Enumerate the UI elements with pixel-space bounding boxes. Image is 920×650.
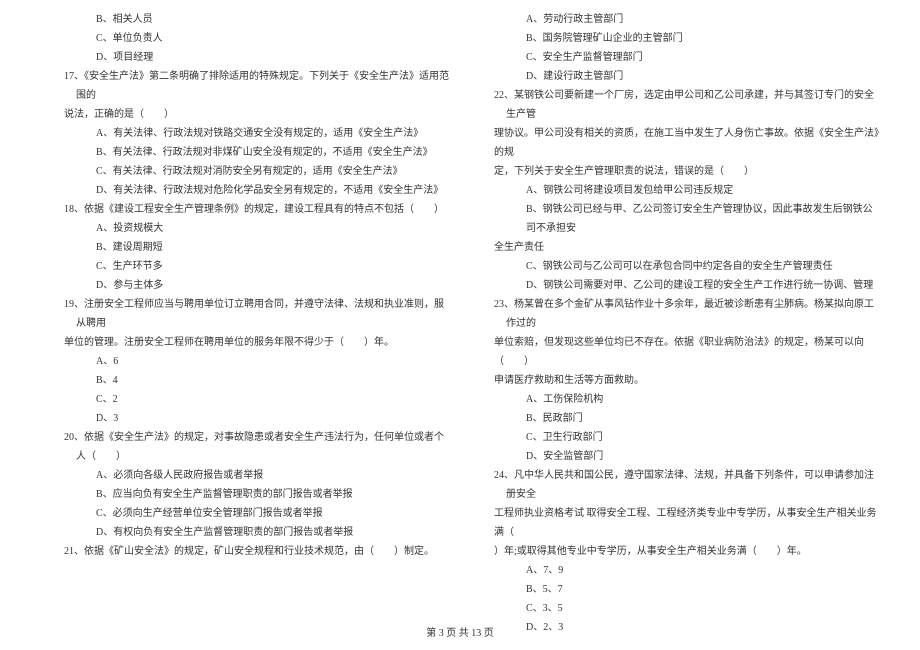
q22-stem: 22、某钢铁公司要新建一个厂房，选定由甲公司和乙公司承建，并与其签订专门的安全生… <box>470 86 880 124</box>
q24-stem-cont1: 工程师执业资格考试 取得安全工程、工程经济类专业中专学历，从事安全生产相关业务满… <box>470 504 880 542</box>
q18-option-a: A、投资规模大 <box>40 219 450 238</box>
q17-option-d: D、有关法律、行政法规对危险化学品安全另有规定的，不适用《安全生产法》 <box>40 181 450 200</box>
q23-stem-cont1: 单位索赔，但发现这些单位均已不存在。依据《职业病防治法》的规定，杨某可以向（ ） <box>470 333 880 371</box>
q22-option-b-cont: 全生产责任 <box>470 238 880 257</box>
q23-option-b: B、民政部门 <box>470 409 880 428</box>
q17-option-c: C、有关法律、行政法规对消防安全另有规定的，适用《安全生产法》 <box>40 162 450 181</box>
q22-stem-cont2: 定，下列关于安全生产管理职责的说法，错误的是（ ） <box>470 162 880 181</box>
q24-stem-cont2: ）年;或取得其他专业中专学历，从事安全生产相关业务满（ ）年。 <box>470 542 880 561</box>
q22-option-d: D、钢铁公司需要对甲、乙公司的建设工程的安全生产工作进行统一协调、管理 <box>470 276 880 295</box>
q23-option-c: C、卫生行政部门 <box>470 428 880 447</box>
q17-stem-cont: 说法，正确的是（ ） <box>40 105 450 124</box>
q18-option-d: D、参与主体多 <box>40 276 450 295</box>
q22-option-b: B、钢铁公司已经与甲、乙公司签订安全生产管理协议，因此事故发生后钢铁公司不承担安 <box>470 200 880 238</box>
q21-option-d: D、建设行政主管部门 <box>470 67 880 86</box>
q22-option-c: C、钢铁公司与乙公司可以在承包合同中约定各自的安全生产管理责任 <box>470 257 880 276</box>
q20-option-a: A、必须向各级人民政府报告或者举报 <box>40 466 450 485</box>
q23-option-d: D、安全监管部门 <box>470 447 880 466</box>
q16-option-d: D、项目经理 <box>40 48 450 67</box>
exam-page: B、相关人员 C、单位负责人 D、项目经理 17、《安全生产法》第二条明确了排除… <box>0 0 920 620</box>
q17-option-b: B、有关法律、行政法规对非煤矿山安全没有规定的，不适用《安全生产法》 <box>40 143 450 162</box>
q20-option-c: C、必须向生产经营单位安全管理部门报告或者举报 <box>40 504 450 523</box>
q22-option-a: A、钢铁公司将建设项目发包给甲公司违反规定 <box>470 181 880 200</box>
q18-option-c: C、生产环节多 <box>40 257 450 276</box>
q21-stem: 21、依据《矿山安全法》的规定，矿山安全规程和行业技术规范，由（ ）制定。 <box>40 542 450 561</box>
right-column: A、劳动行政主管部门 B、国务院管理矿山企业的主管部门 C、安全生产监督管理部门… <box>460 10 890 620</box>
q19-option-c: C、2 <box>40 390 450 409</box>
q19-option-a: A、6 <box>40 352 450 371</box>
q24-option-d: D、2、3 <box>470 618 880 637</box>
q19-option-b: B、4 <box>40 371 450 390</box>
q20-stem: 20、依据《安全生产法》的规定，对事故隐患或者安全生产违法行为，任何单位或者个人… <box>40 428 450 466</box>
q18-option-b: B、建设周期短 <box>40 238 450 257</box>
q22-stem-cont1: 理协议。甲公司没有相关的资质，在施工当中发生了人身伤亡事故。依据《安全生产法》的… <box>470 124 880 162</box>
q23-stem: 23、杨某曾在多个金矿从事风钻作业十多余年，最近被诊断患有尘肺病。杨某拟向原工作… <box>470 295 880 333</box>
q23-option-a: A、工伤保险机构 <box>470 390 880 409</box>
q20-option-d: D、有权向负有安全生产监督管理职责的部门报告或者举报 <box>40 523 450 542</box>
q24-option-c: C、3、5 <box>470 599 880 618</box>
q21-option-c: C、安全生产监督管理部门 <box>470 48 880 67</box>
q21-option-a: A、劳动行政主管部门 <box>470 10 880 29</box>
q19-option-d: D、3 <box>40 409 450 428</box>
q16-option-b: B、相关人员 <box>40 10 450 29</box>
q24-stem: 24、凡中华人民共和国公民，遵守国家法律、法规，并具备下列条件，可以申请参加注册… <box>470 466 880 504</box>
q23-stem-cont2: 申请医疗救助和生活等方面救助。 <box>470 371 880 390</box>
left-column: B、相关人员 C、单位负责人 D、项目经理 17、《安全生产法》第二条明确了排除… <box>30 10 460 620</box>
q21-option-b: B、国务院管理矿山企业的主管部门 <box>470 29 880 48</box>
q19-stem: 19、注册安全工程师应当与聘用单位订立聘用合同，并遵守法律、法规和执业准则，服从… <box>40 295 450 333</box>
q20-option-b: B、应当向负有安全生产监督管理职责的部门报告或者举报 <box>40 485 450 504</box>
q24-option-b: B、5、7 <box>470 580 880 599</box>
q18-stem: 18、依据《建设工程安全生产管理条例》的规定，建设工程具有的特点不包括（ ） <box>40 200 450 219</box>
q17-option-a: A、有关法律、行政法规对铁路交通安全没有规定的，适用《安全生产法》 <box>40 124 450 143</box>
q16-option-c: C、单位负责人 <box>40 29 450 48</box>
q24-option-a: A、7、9 <box>470 561 880 580</box>
q17-stem: 17、《安全生产法》第二条明确了排除适用的特殊规定。下列关于《安全生产法》适用范… <box>40 67 450 105</box>
q19-stem-cont: 单位的管理。注册安全工程师在聘用单位的服务年限不得少于（ ）年。 <box>40 333 450 352</box>
